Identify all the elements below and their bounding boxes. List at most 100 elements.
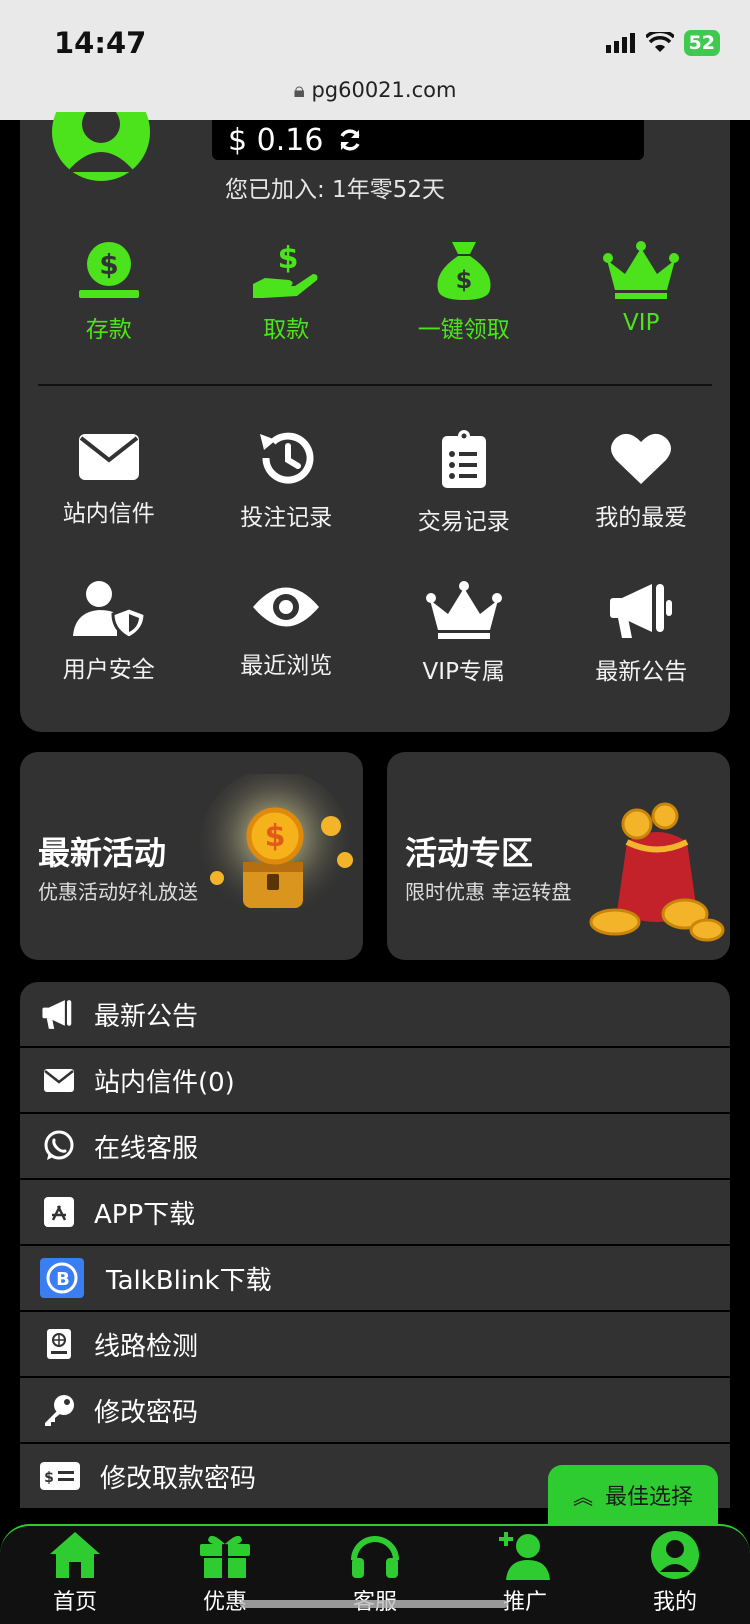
- globe-book-icon: [40, 1325, 78, 1363]
- menu-item-announcements[interactable]: 最新公告: [20, 982, 730, 1048]
- user-shield-icon: [72, 581, 147, 640]
- nav-support[interactable]: 客服: [300, 1526, 450, 1624]
- whatsapp-icon: [40, 1127, 78, 1165]
- headset-icon: [351, 1536, 399, 1578]
- menu-item-label: 修改密码: [94, 1397, 199, 1428]
- claim-all-button[interactable]: $ 一键领取: [375, 240, 553, 344]
- announcements-label: 最新公告: [595, 659, 688, 685]
- megaphone-icon: [610, 584, 673, 638]
- nav-label: 首页: [52, 1590, 97, 1615]
- favorites-button[interactable]: 我的最爱: [553, 430, 731, 536]
- bet-history-label: 投注记录: [240, 505, 333, 531]
- promo-subtitle: 优惠活动好礼放送: [38, 880, 198, 904]
- status-time: 14:47: [54, 26, 147, 60]
- menu-list: 最新公告 站内信件(0) 在线客服 APP下载 B TalkBlink下载 线路…: [20, 982, 730, 1510]
- favorites-label: 我的最爱: [595, 505, 688, 531]
- promo-title: 最新活动: [38, 834, 167, 872]
- key-icon: [40, 1391, 78, 1429]
- menu-item-label: 站内信件(0): [94, 1067, 235, 1098]
- lucky-bag-image: [589, 802, 725, 942]
- svg-text:$: $: [455, 266, 472, 294]
- transactions-button[interactable]: 交易记录: [375, 430, 553, 536]
- withdraw-button[interactable]: $ 取款: [198, 240, 376, 344]
- menu-item-talkblink-download[interactable]: B TalkBlink下载: [20, 1246, 730, 1312]
- envelope-icon: [40, 1061, 78, 1099]
- promo-latest-activity[interactable]: 最新活动 优惠活动好礼放送 $: [20, 752, 363, 960]
- nav-profile[interactable]: 我的: [600, 1526, 750, 1624]
- promo-subtitle: 限时优惠 幸运转盘: [405, 880, 572, 904]
- menu-item-route-check[interactable]: 线路检测: [20, 1312, 730, 1378]
- svg-text:$: $: [278, 241, 299, 276]
- nav-promotions[interactable]: 优惠: [150, 1526, 300, 1624]
- nav-home[interactable]: 首页: [0, 1526, 150, 1624]
- address-bar[interactable]: 🔒︎ pg60021.com: [0, 78, 750, 103]
- crown-icon: [425, 581, 502, 639]
- menu-item-label: TalkBlink下载: [106, 1265, 272, 1296]
- gift-icon: [200, 1535, 250, 1578]
- home-icon: [50, 1532, 100, 1578]
- home-indicator: [240, 1600, 508, 1608]
- user-plus-icon: [499, 1532, 550, 1580]
- treasure-chest-image: $: [200, 774, 353, 919]
- vip-label: VIP: [623, 310, 660, 336]
- menu-item-label: 线路检测: [94, 1331, 199, 1362]
- menu-item-label: 最新公告: [94, 1001, 199, 1032]
- crown-icon: [603, 241, 680, 299]
- envelope-icon: [78, 434, 139, 480]
- user-security-button[interactable]: 用户安全: [20, 580, 198, 686]
- user-security-label: 用户安全: [62, 657, 155, 683]
- status-icons: 52: [605, 30, 720, 56]
- menu-item-online-support[interactable]: 在线客服: [20, 1114, 730, 1180]
- transactions-label: 交易记录: [417, 509, 510, 535]
- menu-item-change-password[interactable]: 修改密码: [20, 1378, 730, 1444]
- history-icon: [260, 432, 314, 484]
- menu-item-label: 在线客服: [94, 1133, 199, 1164]
- money-check-icon: $: [40, 1457, 80, 1495]
- vip-button[interactable]: VIP: [553, 240, 731, 344]
- promo-activity-zone[interactable]: 活动专区 限时优惠 幸运转盘: [387, 752, 730, 960]
- svg-text:B: B: [56, 1269, 70, 1290]
- menu-item-app-download[interactable]: APP下载: [20, 1180, 730, 1246]
- svg-text:$: $: [265, 819, 286, 854]
- recent-viewed-label: 最近浏览: [240, 653, 333, 679]
- best-choice-button[interactable]: ︽ 最佳选择: [548, 1465, 718, 1525]
- heart-icon: [611, 433, 672, 484]
- bet-history-button[interactable]: 投注记录: [198, 430, 376, 536]
- joined-duration: 您已加入: 1年零52天: [225, 177, 445, 203]
- best-choice-label: 最佳选择: [604, 1485, 693, 1510]
- inbox-button[interactable]: 站内信件: [20, 430, 198, 536]
- svg-text:$: $: [44, 1470, 54, 1486]
- vip-exclusive-label: VIP专属: [422, 659, 505, 685]
- refresh-icon[interactable]: [337, 127, 363, 153]
- browser-chrome: 14:47 52 🔒︎ pg60021.com: [0, 0, 750, 120]
- balance-box: $ 0.16: [212, 120, 644, 160]
- promo-title: 活动专区: [405, 834, 534, 872]
- inbox-label: 站内信件: [62, 501, 155, 527]
- signal-icon: [605, 33, 635, 53]
- svg-text:$: $: [99, 248, 118, 281]
- feature-grid-row-1: 站内信件 投注记录 交易记录 我的最爱: [20, 430, 730, 536]
- vip-exclusive-button[interactable]: VIP专属: [375, 580, 553, 686]
- megaphone-icon: [40, 995, 78, 1033]
- balance-value: $ 0.16: [228, 122, 324, 158]
- menu-item-label: APP下载: [94, 1199, 196, 1230]
- money-coin-icon: $: [78, 242, 139, 298]
- deposit-button[interactable]: $ 存款: [20, 240, 198, 344]
- wifi-icon: [645, 32, 674, 52]
- menu-item-label: 修改取款密码: [100, 1463, 257, 1494]
- quick-actions: $ 存款 $ 取款 $ 一键领取 VIP: [20, 240, 730, 344]
- announcements-button[interactable]: 最新公告: [553, 580, 731, 686]
- money-bag-icon: $: [437, 242, 491, 300]
- nav-label: 我的: [652, 1590, 697, 1615]
- nav-referral[interactable]: 推广: [450, 1526, 600, 1624]
- chevron-up-icon: ︽: [572, 1484, 593, 1509]
- app-store-icon: [40, 1193, 78, 1231]
- talkblink-icon: B: [40, 1258, 84, 1298]
- recent-viewed-button[interactable]: 最近浏览: [198, 580, 376, 686]
- deposit-label: 存款: [85, 317, 132, 343]
- claim-all-label: 一键领取: [417, 317, 510, 343]
- menu-item-inbox[interactable]: 站内信件(0): [20, 1048, 730, 1114]
- bottom-nav: 首页 优惠 客服 推广 我的: [0, 1524, 750, 1624]
- feature-grid-row-2: 用户安全 最近浏览 VIP专属 最新公告: [20, 580, 730, 686]
- avatar[interactable]: [52, 112, 150, 190]
